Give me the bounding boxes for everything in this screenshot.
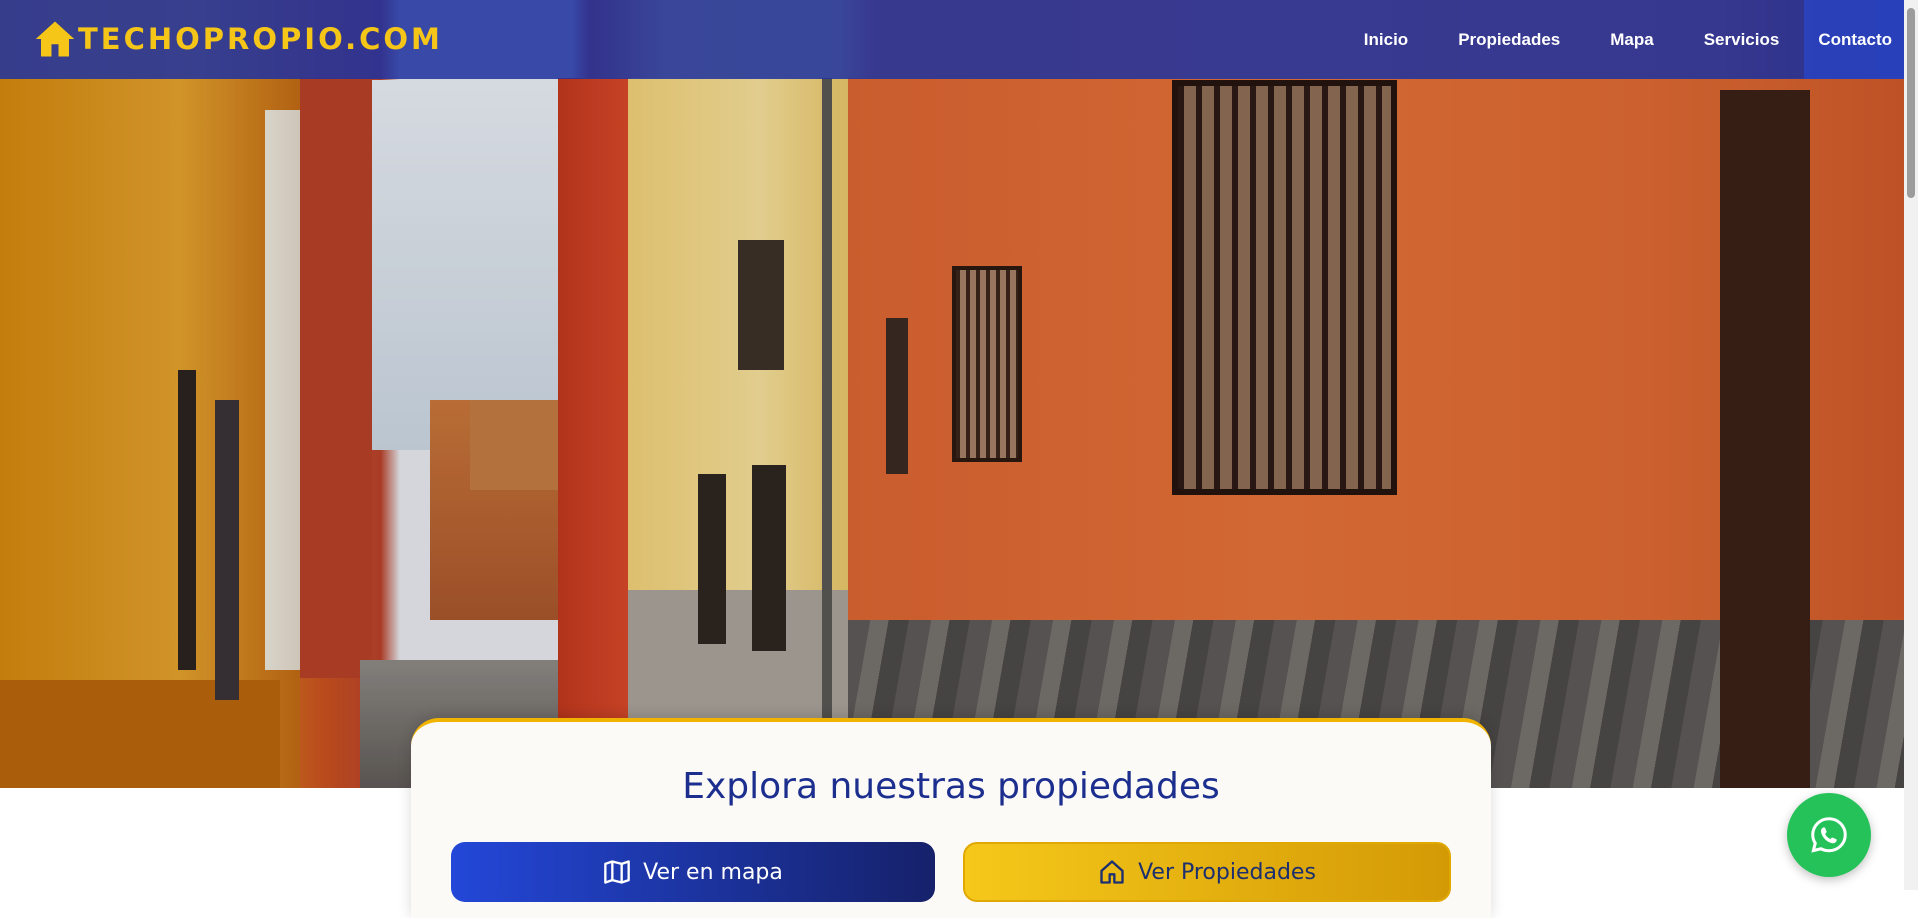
map-icon: [604, 860, 630, 884]
nav-item-servicios[interactable]: Servicios: [1679, 0, 1805, 79]
whatsapp-button[interactable]: [1787, 793, 1871, 877]
site-logo[interactable]: TECHOPROPIO.COM: [34, 18, 443, 60]
nav-item-inicio[interactable]: Inicio: [1339, 0, 1433, 79]
nav-menu: Inicio Propiedades Mapa Servicios Contac…: [1339, 0, 1904, 79]
whatsapp-icon: [1811, 817, 1847, 853]
view-map-label: Ver en mapa: [643, 859, 783, 885]
nav-item-mapa[interactable]: Mapa: [1585, 0, 1678, 79]
hero-image: [0, 0, 1904, 788]
view-properties-button[interactable]: Ver Propiedades: [963, 842, 1451, 902]
home-outline-icon: [1100, 860, 1124, 884]
page-scrollbar[interactable]: [1904, 0, 1918, 890]
view-properties-label: Ver Propiedades: [1138, 859, 1316, 885]
nav-item-contacto[interactable]: Contacto: [1804, 0, 1904, 79]
nav-item-propiedades[interactable]: Propiedades: [1433, 0, 1585, 79]
view-map-button[interactable]: Ver en mapa: [451, 842, 935, 902]
logo-text: TECHOPROPIO.COM: [78, 22, 443, 56]
explore-card: Explora nuestras propiedades Ver en mapa…: [411, 718, 1491, 918]
hero-overlay: [0, 0, 1904, 788]
house-icon: [35, 21, 75, 57]
explore-title: Explora nuestras propiedades: [682, 766, 1220, 807]
scrollbar-thumb[interactable]: [1907, 8, 1915, 198]
navbar: TECHOPROPIO.COM Inicio Propiedades Mapa …: [0, 0, 1904, 79]
